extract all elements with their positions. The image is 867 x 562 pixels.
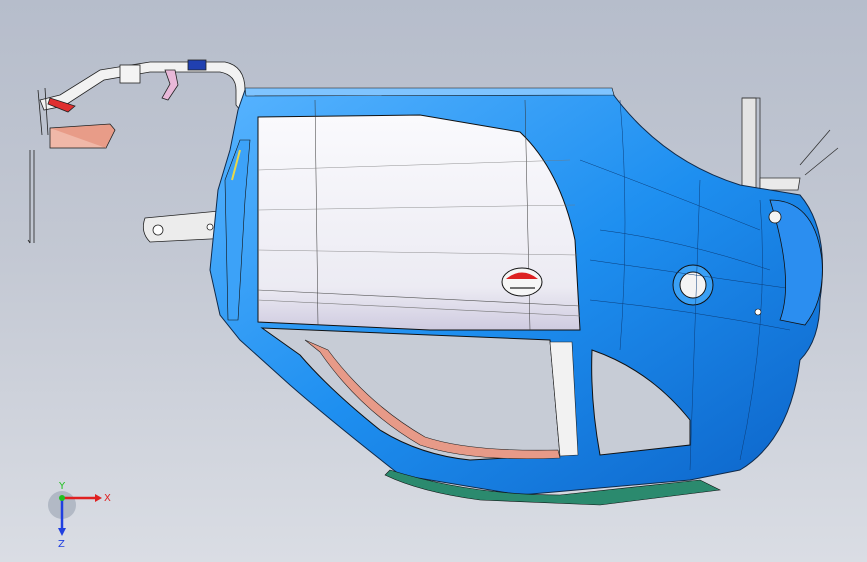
y-axis-dot: [59, 495, 65, 501]
axis-triad: X Y Z: [48, 481, 111, 550]
body-side-panel[interactable]: [209, 87, 823, 506]
cad-viewport[interactable]: X Y Z: [0, 0, 867, 562]
z-axis-label: Z: [58, 539, 65, 550]
x-axis-label: X: [104, 493, 111, 504]
model-scene[interactable]: [0, 0, 867, 562]
y-axis-label: Y: [58, 481, 66, 492]
pillar-bracket[interactable]: [741, 97, 839, 191]
